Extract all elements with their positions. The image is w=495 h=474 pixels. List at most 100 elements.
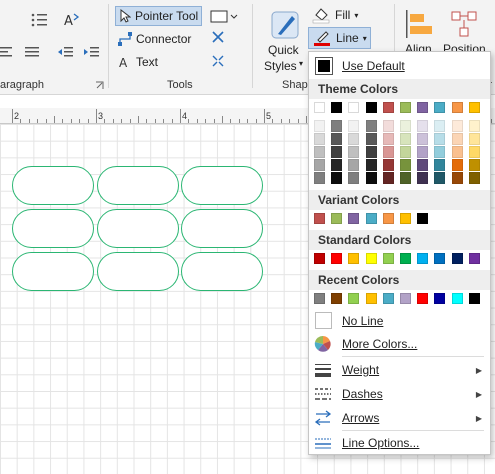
theme-shade-swatch[interactable] [434, 120, 446, 132]
rounded-rectangle-shape[interactable] [12, 166, 94, 205]
theme-shade-swatch[interactable] [314, 133, 325, 145]
theme-shade-swatch[interactable] [331, 146, 343, 158]
recent-color-swatch[interactable] [468, 293, 480, 304]
rounded-rectangle-shape[interactable] [97, 166, 179, 205]
use-default-item[interactable]: Use Default [309, 55, 490, 77]
theme-shade-swatch[interactable] [451, 133, 463, 145]
standard-color-swatch[interactable] [382, 253, 394, 264]
theme-shade-swatch[interactable] [468, 159, 480, 171]
no-line-item[interactable]: No Line [309, 310, 490, 332]
recent-color-swatch[interactable] [314, 293, 325, 304]
recent-color-swatch[interactable] [451, 293, 463, 304]
theme-shade-swatch[interactable] [434, 172, 446, 184]
text-direction-icon[interactable]: A [62, 12, 80, 28]
variant-color-swatch[interactable] [331, 213, 343, 224]
standard-color-swatch[interactable] [434, 253, 446, 264]
recent-color-swatch[interactable] [434, 293, 446, 304]
variant-color-swatch[interactable] [314, 213, 325, 224]
position-icon[interactable] [448, 8, 480, 40]
standard-color-swatch[interactable] [348, 253, 360, 264]
theme-color-swatch[interactable] [434, 102, 446, 113]
theme-shade-swatch[interactable] [434, 133, 446, 145]
standard-color-swatch[interactable] [451, 253, 463, 264]
theme-shade-swatch[interactable] [348, 146, 360, 158]
line-options-item[interactable]: Line Options... [309, 432, 490, 454]
theme-shade-swatch[interactable] [314, 120, 325, 132]
decrease-indent-icon[interactable] [56, 45, 74, 59]
connector-tool-button[interactable]: Connector [115, 29, 194, 49]
recent-color-swatch[interactable] [365, 293, 377, 304]
theme-shade-swatch[interactable] [417, 172, 429, 184]
connection-point-icon[interactable] [210, 53, 226, 69]
theme-shade-swatch[interactable] [382, 172, 394, 184]
dialog-launcher-icon[interactable] [95, 81, 104, 90]
rounded-rectangle-shape[interactable] [181, 252, 263, 291]
recent-color-swatch[interactable] [348, 293, 360, 304]
theme-shade-swatch[interactable] [468, 172, 480, 184]
theme-color-swatch[interactable] [331, 102, 343, 113]
rectangle-tool-button[interactable] [207, 6, 241, 26]
recent-color-swatch[interactable] [382, 293, 394, 304]
rounded-rectangle-shape[interactable] [181, 209, 263, 248]
variant-color-swatch[interactable] [400, 213, 411, 224]
standard-color-swatch[interactable] [400, 253, 411, 264]
theme-shade-swatch[interactable] [314, 172, 325, 184]
theme-color-swatch[interactable] [382, 102, 394, 113]
theme-color-swatch[interactable] [365, 102, 377, 113]
recent-color-swatch[interactable] [417, 293, 429, 304]
theme-shade-swatch[interactable] [382, 120, 394, 132]
theme-color-swatch[interactable] [348, 102, 360, 113]
rounded-rectangle-shape[interactable] [12, 252, 94, 291]
theme-shade-swatch[interactable] [331, 133, 343, 145]
theme-shade-swatch[interactable] [365, 172, 377, 184]
rounded-rectangle-shape[interactable] [97, 252, 179, 291]
theme-shade-swatch[interactable] [434, 159, 446, 171]
theme-shade-swatch[interactable] [451, 120, 463, 132]
theme-color-swatch[interactable] [451, 102, 463, 113]
recent-color-swatch[interactable] [400, 293, 411, 304]
standard-color-swatch[interactable] [314, 253, 325, 264]
theme-color-swatch[interactable] [314, 102, 325, 113]
align-icon[interactable] [404, 8, 436, 40]
theme-shade-swatch[interactable] [468, 146, 480, 158]
increase-indent-icon[interactable] [82, 45, 100, 59]
theme-shade-swatch[interactable] [331, 172, 343, 184]
variant-color-swatch[interactable] [417, 213, 429, 224]
theme-shade-swatch[interactable] [400, 146, 411, 158]
recent-color-swatch[interactable] [331, 293, 343, 304]
standard-color-swatch[interactable] [365, 253, 377, 264]
standard-color-swatch[interactable] [417, 253, 429, 264]
theme-shade-swatch[interactable] [314, 146, 325, 158]
theme-shade-swatch[interactable] [451, 146, 463, 158]
rounded-rectangle-shape[interactable] [97, 209, 179, 248]
close-x-icon[interactable] [212, 31, 224, 43]
variant-color-swatch[interactable] [348, 213, 360, 224]
theme-shade-swatch[interactable] [468, 120, 480, 132]
quick-styles-button[interactable]: Quick Styles ▾ [260, 6, 310, 76]
theme-shade-swatch[interactable] [365, 159, 377, 171]
theme-shade-swatch[interactable] [382, 133, 394, 145]
theme-shade-swatch[interactable] [365, 146, 377, 158]
more-colors-item[interactable]: More Colors... [309, 333, 490, 355]
theme-shade-swatch[interactable] [382, 159, 394, 171]
variant-color-swatch[interactable] [382, 213, 394, 224]
theme-shade-swatch[interactable] [451, 172, 463, 184]
rounded-rectangle-shape[interactable] [181, 166, 263, 205]
theme-shade-swatch[interactable] [400, 159, 411, 171]
align-left-icon[interactable] [0, 45, 14, 59]
theme-shade-swatch[interactable] [331, 120, 343, 132]
theme-shade-swatch[interactable] [434, 146, 446, 158]
theme-color-swatch[interactable] [400, 102, 411, 113]
align-justify-icon[interactable] [25, 45, 41, 59]
standard-color-swatch[interactable] [331, 253, 343, 264]
theme-shade-swatch[interactable] [314, 159, 325, 171]
bullets-icon[interactable] [30, 12, 48, 28]
theme-shade-swatch[interactable] [451, 159, 463, 171]
theme-shade-swatch[interactable] [331, 159, 343, 171]
theme-shade-swatch[interactable] [400, 172, 411, 184]
theme-shade-swatch[interactable] [365, 133, 377, 145]
fill-button[interactable]: Fill ▾ [308, 5, 361, 25]
arrows-item[interactable]: Arrows ▶ [309, 407, 490, 429]
line-button[interactable]: Line ▾ [308, 27, 371, 49]
theme-shade-swatch[interactable] [417, 133, 429, 145]
